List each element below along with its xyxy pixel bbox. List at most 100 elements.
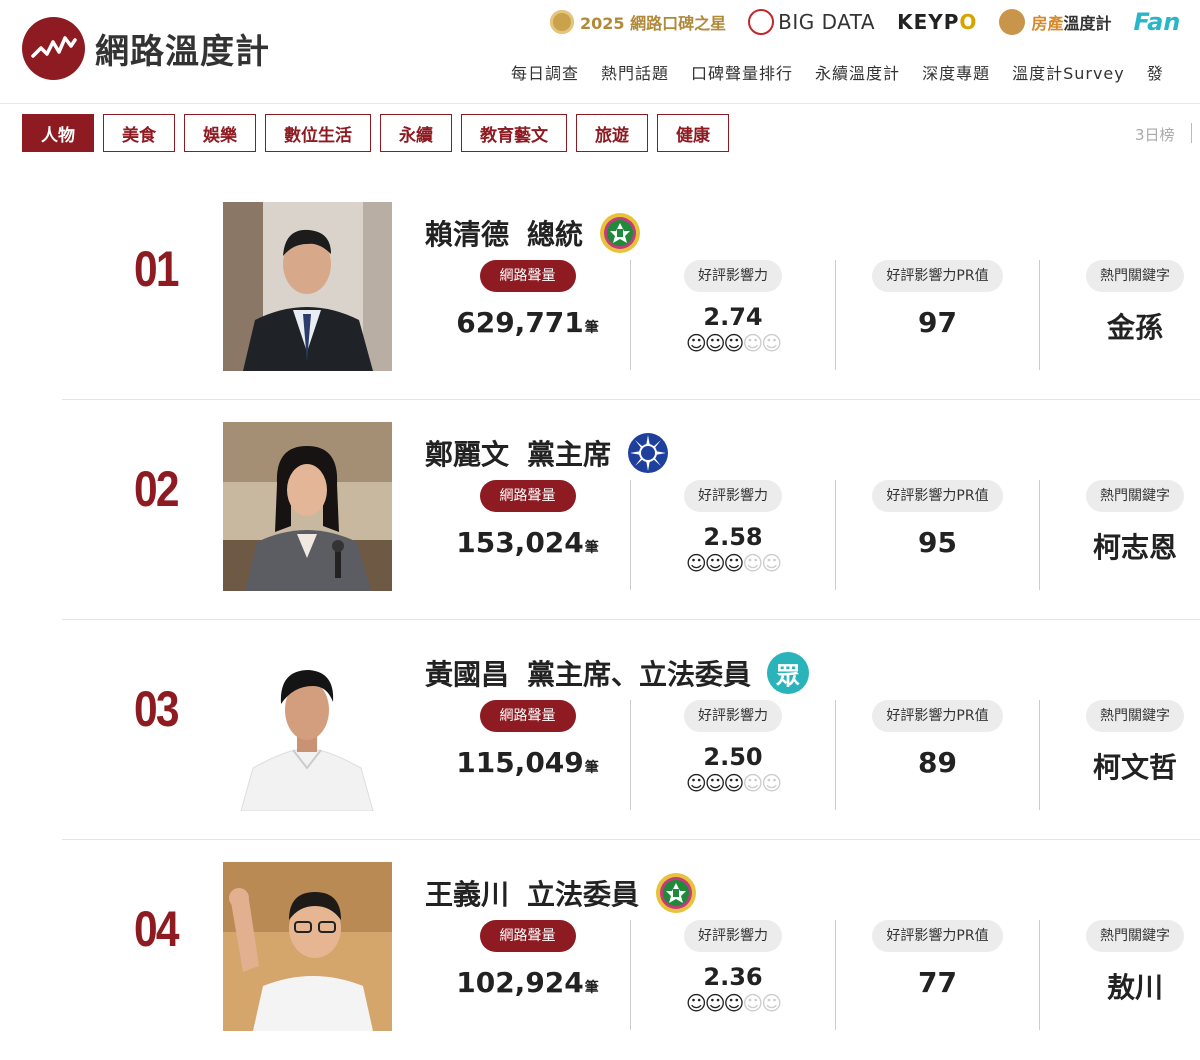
rank-number: 01 — [134, 241, 180, 297]
influence-label: 好評影響力 — [684, 700, 782, 732]
tab-sustainability[interactable]: 永續 — [380, 114, 452, 152]
influence-value: 2.58 — [703, 523, 763, 551]
influence-value: 2.74 — [703, 303, 763, 331]
tab-food[interactable]: 美食 — [103, 114, 175, 152]
partner-fan[interactable]: Fan — [1133, 8, 1180, 36]
pr-label: 好評影響力PR值 — [872, 700, 1003, 732]
influence-value: 2.36 — [703, 963, 763, 991]
tpp-party-label: 眾 — [776, 661, 801, 690]
pr-value: 89 — [918, 746, 957, 779]
person-name[interactable]: 黃國昌 — [425, 653, 509, 693]
award-medal-icon — [550, 10, 574, 34]
volume-value: 115,049筆 — [425, 746, 630, 779]
volume-label: 網路聲量 — [479, 260, 576, 292]
volume-value: 153,024筆 — [425, 526, 630, 559]
influence-label: 好評影響力 — [684, 480, 782, 512]
keyword-label: 熱門關鍵字 — [1086, 480, 1184, 512]
rank-number: 02 — [134, 461, 180, 517]
smiley-rating: ☺☺☺☺☺ — [685, 991, 782, 1015]
nav-hot-topics[interactable]: 熱門話題 — [601, 60, 669, 84]
keyword-value[interactable]: 敖川 — [1040, 966, 1200, 1006]
smiley-rating: ☺☺☺☺☺ — [685, 771, 782, 795]
nav-volume-ranking[interactable]: 口碑聲量排行 — [691, 60, 793, 84]
person-name[interactable]: 鄭麗文 — [425, 433, 509, 473]
pr-column: 好評影響力PR值 89 — [836, 700, 1039, 810]
keyword-column: 熱門關鍵字 柯文哲 — [1040, 700, 1200, 810]
partner-star-award[interactable]: 2025 網路口碑之星 — [550, 10, 726, 34]
nav-more[interactable]: 發 — [1147, 60, 1164, 84]
smiley-rating: ☺☺☺☺☺ — [685, 551, 782, 575]
person-photo[interactable] — [223, 862, 392, 1031]
person-name[interactable]: 賴清德 — [425, 213, 509, 253]
keyword-value[interactable]: 柯志恩 — [1040, 526, 1200, 566]
partner-label: Fan — [1133, 8, 1181, 36]
volume-value: 102,924筆 — [425, 966, 630, 999]
range-divider — [1191, 123, 1192, 143]
nav-sustainability[interactable]: 永續溫度計 — [815, 60, 900, 84]
influence-label: 好評影響力 — [684, 260, 782, 292]
person-title: 立法委員 — [527, 878, 640, 911]
keyword-value[interactable]: 金孫 — [1040, 306, 1200, 346]
tab-digital-life[interactable]: 數位生活 — [265, 114, 371, 152]
keyword-column: 熱門關鍵字 敖川 — [1040, 920, 1200, 1030]
nav-deep-features[interactable]: 深度專題 — [922, 60, 990, 84]
pr-label: 好評影響力PR值 — [872, 480, 1003, 512]
range-selector[interactable]: 3日榜 — [1135, 124, 1175, 145]
person-title: 黨主席、立法委員 — [527, 658, 752, 691]
stats-panel: 網路聲量 153,024筆 好評影響力 2.58 ☺☺☺☺☺ 好評影響力PR值 … — [425, 480, 1200, 590]
site-logo[interactable]: 網路溫度計 — [22, 17, 270, 80]
pr-label: 好評影響力PR值 — [872, 920, 1003, 952]
partner-label: KEYP — [897, 10, 960, 34]
partner-keypo[interactable]: KEYP O — [897, 10, 977, 34]
person-photo[interactable] — [223, 202, 392, 371]
person-heading: 王義川 立法委員 — [425, 872, 697, 914]
main-nav: 每日調查 熱門話題 口碑聲量排行 永續溫度計 深度專題 溫度計Survey 發 — [511, 60, 1186, 84]
influence-column: 好評影響力 2.50 ☺☺☺☺☺ — [631, 700, 835, 810]
person-heading: 鄭麗文 黨主席 — [425, 432, 669, 474]
volume-number: 629,771 — [456, 306, 584, 339]
keyword-label: 熱門關鍵字 — [1086, 700, 1184, 732]
ranking-row[interactable]: 04 王義川 立法委員 網路聲量 102,924筆 好評影響力 2.36 ☺☺☺… — [62, 840, 1200, 1060]
tab-people[interactable]: 人物 — [22, 114, 94, 152]
keyword-value[interactable]: 柯文哲 — [1040, 746, 1200, 786]
ranking-row[interactable]: 01 賴清德 總統 網路聲量 629,771筆 好評影響力 2.74 ☺☺☺☺☺… — [62, 180, 1200, 400]
dpp-party-icon — [599, 212, 641, 254]
ranking-row[interactable]: 03 黃國昌 黨主席、立法委員 眾 網路聲量 115,049筆 好評影響力 2.… — [62, 620, 1200, 840]
influence-column: 好評影響力 2.36 ☺☺☺☺☺ — [631, 920, 835, 1030]
person-name[interactable]: 王義川 — [425, 873, 509, 913]
volume-number: 102,924 — [456, 966, 584, 999]
dpp-party-icon — [655, 872, 697, 914]
volume-unit: 筆 — [584, 320, 599, 336]
tpp-party-icon: 眾 — [767, 652, 810, 694]
keyword-label: 熱門關鍵字 — [1086, 920, 1184, 952]
person-photo[interactable] — [223, 422, 392, 591]
partner-label: 溫度計 — [1063, 14, 1112, 33]
keyword-column: 熱門關鍵字 柯志恩 — [1040, 480, 1200, 590]
volume-value: 629,771筆 — [425, 306, 630, 339]
person-title: 總統 — [527, 218, 584, 251]
tab-education-arts[interactable]: 教育藝文 — [461, 114, 567, 152]
stats-panel: 網路聲量 115,049筆 好評影響力 2.50 ☺☺☺☺☺ 好評影響力PR值 … — [425, 700, 1200, 810]
person-photo[interactable] — [223, 642, 392, 811]
volume-label: 網路聲量 — [479, 480, 576, 512]
partner-links: 2025 網路口碑之星 BIG DATA KEYP O 房產 溫度計 Fan — [550, 7, 1200, 37]
pr-value: 95 — [918, 526, 957, 559]
volume-unit: 筆 — [584, 540, 599, 556]
tab-entertainment[interactable]: 娛樂 — [184, 114, 256, 152]
partner-bigdata[interactable]: BIG DATA — [748, 9, 875, 35]
influence-value: 2.50 — [703, 743, 763, 771]
bigdata-logo-icon — [748, 9, 775, 35]
header-divider — [0, 103, 1200, 104]
volume-label: 網路聲量 — [479, 700, 576, 732]
volume-column: 網路聲量 115,049筆 — [425, 700, 630, 810]
rank-number: 03 — [134, 681, 180, 737]
pr-column: 好評影響力PR值 77 — [836, 920, 1039, 1030]
nav-daily-survey[interactable]: 每日調查 — [511, 60, 579, 84]
tab-travel[interactable]: 旅遊 — [576, 114, 648, 152]
tab-health[interactable]: 健康 — [657, 114, 729, 152]
ranking-row[interactable]: 02 鄭麗文 黨主席 網路聲量 153,024筆 好評影響力 2.58 ☺☺☺☺… — [62, 400, 1200, 620]
person-title: 黨主席 — [527, 438, 612, 471]
nav-survey[interactable]: 溫度計Survey — [1012, 60, 1125, 84]
pr-label: 好評影響力PR值 — [872, 260, 1003, 292]
partner-house-thermometer[interactable]: 房產 溫度計 — [999, 9, 1111, 35]
